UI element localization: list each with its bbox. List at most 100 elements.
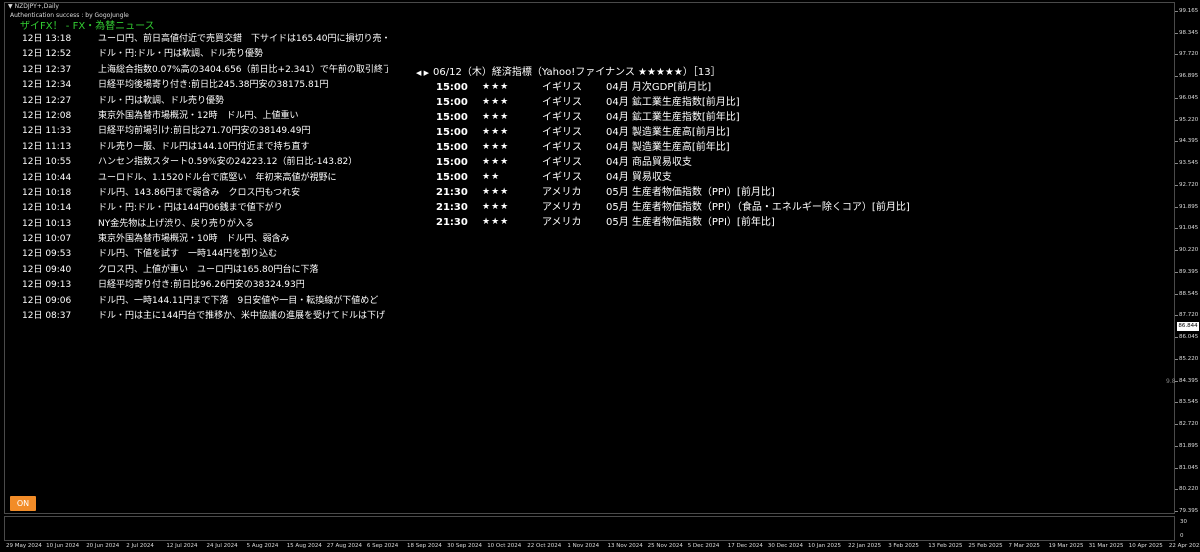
news-time: 12日 10:55 [22,157,72,168]
event-indicator: 04月 製造業生産高[前年比] [606,142,730,153]
news-item[interactable]: 12日 10:13 NY金先物は上げ渋り、戻り売りが入る [22,217,388,232]
date-label: 10 Oct 2024 [487,543,522,549]
news-item[interactable]: 12日 10:14 ドル・円:ドル・円は144円06銭まで値下がり [22,201,388,216]
news-headline[interactable]: 上海総合指数0.07%高の3404.656（前日比+2.341）で午前の取引終了 [98,63,388,78]
news-headline[interactable]: 日経平均寄り付き:前日比96.26円安の38324.93円 [98,278,388,293]
event-indicator: 04月 貿易収支 [606,172,672,183]
calendar-rows: 15:00 ★★★ イギリス 04月 月次GDP[前月比] 15:00 ★★★ イギリス 04… [416,80,910,230]
importance-stars: ★★★ [482,112,510,122]
news-item[interactable]: 12日 10:55 ハンセン指数スタート0.59%安の24223.12（前日比-1… [22,155,388,170]
news-headline[interactable]: ドル・円:ドル・円は144円06銭まで値下がり [98,201,388,216]
on-toggle-button[interactable]: ON [10,496,36,511]
date-label: 24 Jul 2024 [206,543,238,549]
price-label: 79.395 [1179,508,1199,514]
news-item[interactable]: 12日 09:13 日経平均寄り付き:前日比96.26円安の38324.93円 [22,278,388,293]
news-time: 12日 12:37 [22,64,72,75]
event-country: イギリス [542,82,582,93]
news-item[interactable]: 12日 12:37 上海総合指数0.07%高の3404.656（前日比+2.341… [22,63,388,78]
event-country: イギリス [542,97,582,108]
news-headline[interactable]: クロス円、上値が重い ユーロ円は165.80円台に下落 [98,263,388,278]
date-label: 25 Nov 2024 [647,543,683,549]
date-label: 17 Dec 2024 [727,543,763,549]
importance-stars: ★★★ [482,82,510,92]
news-headline[interactable]: ドル・円:ドル・円は軟調、ドル売り優勢 [98,47,388,62]
news-headline[interactable]: ユーロドル、1.1520ドル台で底堅い 年初来高値が視野に [98,171,388,186]
calendar-row[interactable]: 15:00 ★★★ イギリス 04月 製造業生産高[前年比] [416,140,910,155]
news-headline[interactable]: ドル円、下値を試す 一時144円を割り込む [98,247,388,262]
calendar-row[interactable]: 15:00 ★★★ イギリス 04月 製造業生産高[前月比] [416,125,910,140]
price-label: 82.720 [1179,421,1199,428]
date-label: 22 Jan 2025 [848,543,882,549]
event-time: 15:00 [436,82,468,93]
calendar-nav-arrows-icon[interactable]: ◀ ▶ [416,69,429,77]
price-label: 95.220 [1179,116,1199,123]
news-item[interactable]: 12日 09:40 クロス円、上値が重い ユーロ円は165.80円台に下落 [22,263,388,278]
calendar-row[interactable]: 15:00 ★★ イギリス 04月 貿易収支 [416,170,910,185]
date-label: 30 Sep 2024 [447,543,482,549]
news-headline[interactable]: ドル円、一時144.11円まで下落 9日安値や一目・転換線が下値めど [98,294,388,309]
date-label: 27 Aug 2024 [326,543,363,549]
news-headline[interactable]: ドル円、143.86円まで弱含み クロス円もつれ安 [98,186,388,201]
calendar-row[interactable]: 21:30 ★★★ アメリカ 05月 生産者物価指数（PPI）[前年比] [416,215,910,230]
news-headline[interactable]: ドル売り一服、ドル円は144.10円付近まで持ち直す [98,140,388,155]
news-item[interactable]: 12日 11:33 日経平均前場引け:前日比271.70円安の38149.49円 [22,124,388,139]
date-axis[interactable]: 29 May 2024 10 Jun 2024 20 Jun 2024 2 Jul 2… [4,541,1200,552]
date-label: 13 Nov 2024 [607,543,643,549]
calendar-row[interactable]: 15:00 ★★★ イギリス 04月 月次GDP[前月比] [416,80,910,95]
news-headline[interactable]: ドル・円は軟調、ドル売り優勢 [98,94,388,109]
price-tick [1175,141,1178,143]
sub-window-area[interactable] [4,516,1175,541]
news-item[interactable]: 12日 12:52 ドル・円:ドル・円は軟調、ドル売り優勢 [22,47,388,62]
calendar-row[interactable]: 15:00 ★★★ イギリス 04月 鉱工業生産指数[前月比] [416,95,910,110]
price-axis[interactable]: 99.165 98.345 97.720 96.895 96.045 95.220 94.3… [1175,2,1200,542]
date-label: 3 Feb 2025 [888,543,919,549]
importance-stars: ★★ [482,172,501,182]
news-time: 12日 12:08 [22,110,72,121]
news-panel-title[interactable]: ザイFX！ - FX・為替ニュース [20,17,155,32]
calendar-row[interactable]: 21:30 ★★★ アメリカ 05月 生産者物価指数（PPI）（食品・エネルギー除くコ… [416,200,910,215]
price-tick [1175,163,1178,165]
news-item[interactable]: 12日 11:13 ドル売り一服、ドル円は144.10円付近まで持ち直す [22,140,388,155]
news-time: 12日 08:37 [22,311,72,322]
news-item[interactable]: 12日 12:27 ドル・円は軟調、ドル売り優勢 [22,94,388,109]
news-headline[interactable]: ユーロ円、前日高値付近で売買交錯 下サイドは165.40円に損切り売・ [98,32,388,47]
calendar-row[interactable]: 15:00 ★★★ イギリス 04月 商品貿易収支 [416,155,910,170]
calendar-row[interactable]: 21:30 ★★★ アメリカ 05月 生産者物価指数（PPI）[前月比] [416,185,910,200]
news-headline[interactable]: ハンセン指数スタート0.59%安の24223.12（前日比-143.82） [98,155,388,170]
price-label: 98.345 [1179,29,1199,36]
date-label: 2 Jul 2024 [126,543,154,549]
date-label: 15 Aug 2024 [286,543,322,549]
news-time: 12日 09:40 [22,264,72,275]
news-headline[interactable]: ドル・円は主に144円台で推移か、米中協議の進展を受けてドルは下げ [98,309,388,324]
news-headline[interactable]: NY金先物は上げ渋り、戻り売りが入る [98,217,388,232]
news-item[interactable]: 12日 12:08 東京外国為替市場概況・12時 ドル円、上値重い [22,109,388,124]
event-indicator: 05月 生産者物価指数（PPI）[前年比] [606,217,775,228]
importance-stars: ★★★ [482,97,510,107]
event-time: 15:00 [436,97,468,108]
event-time: 15:00 [436,157,468,168]
calendar-row[interactable]: 15:00 ★★★ イギリス 04月 鉱工業生産指数[前年比] [416,110,910,125]
news-item[interactable]: 12日 10:18 ドル円、143.86円まで弱含み クロス円もつれ安 [22,186,388,201]
price-label: 84.395 [1179,377,1199,384]
price-label: 96.045 [1179,94,1199,101]
price-tick [1175,250,1178,252]
event-country: アメリカ [542,217,582,228]
news-item[interactable]: 12日 09:06 ドル円、一時144.11円まで下落 9日安値や一目・転換線が下… [22,294,388,309]
price-label: 85.220 [1179,355,1199,362]
news-headline[interactable]: 日経平均後場寄り付き:前日比245.38円安の38175.81円 [98,78,388,93]
news-time: 12日 10:44 [22,172,72,183]
event-indicator: 04月 商品貿易収支 [606,157,692,168]
news-item[interactable]: 12日 10:44 ユーロドル、1.1520ドル台で底堅い 年初来高値が視野に [22,171,388,186]
news-headline[interactable]: 日経平均前場引け:前日比271.70円安の38149.49円 [98,124,388,139]
news-headline[interactable]: 東京外国為替市場概況・12時 ドル円、上値重い [98,109,388,124]
date-label: 25 Feb 2025 [968,543,1003,549]
price-label: 93.545 [1179,160,1199,167]
news-headline[interactable]: 東京外国為替市場概況・10時 ドル円、弱含み [98,232,388,247]
news-item[interactable]: 12日 08:37 ドル・円は主に144円台で推移か、米中協議の進展を受けてドルは… [22,309,388,324]
price-tick [1175,315,1178,317]
news-item[interactable]: 12日 13:18 ユーロ円、前日高値付近で売買交錯 下サイドは165.40円に損… [22,32,388,47]
news-item[interactable]: 12日 10:07 東京外国為替市場概況・10時 ドル円、弱含み [22,232,388,247]
dropdown-triangle-icon[interactable]: ▼ [8,3,13,10]
news-item[interactable]: 12日 12:34 日経平均後場寄り付き:前日比245.38円安の38175.81… [22,78,388,93]
news-item[interactable]: 12日 09:53 ドル円、下値を試す 一時144円を割り込む [22,247,388,262]
